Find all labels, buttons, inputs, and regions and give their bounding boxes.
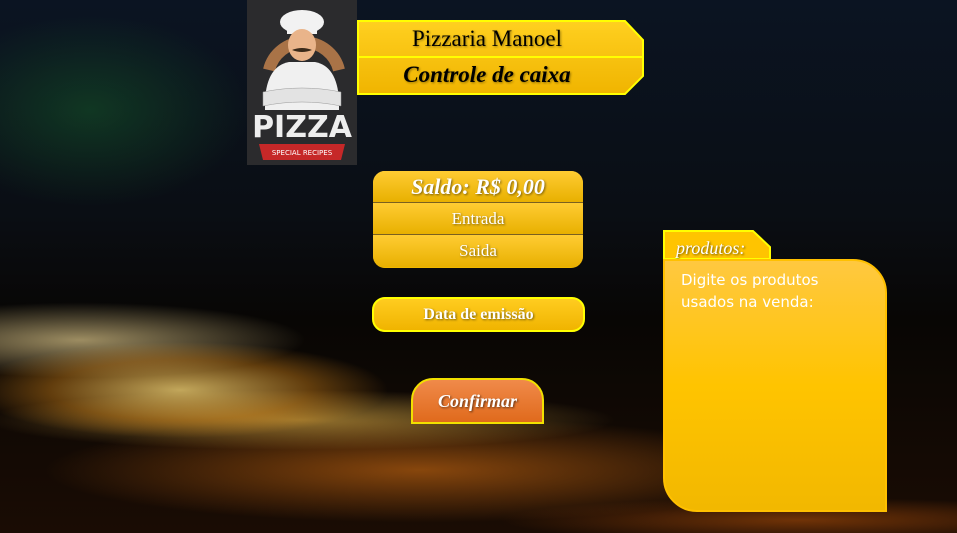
- logo-subtitle: SPECIAL RECIPES: [272, 149, 333, 157]
- data-emissao-button[interactable]: Data de emissão: [372, 297, 585, 332]
- entrada-button[interactable]: Entrada: [373, 203, 583, 235]
- app-subtitle: Controle de caixa: [403, 62, 571, 87]
- produtos-tab-label: produtos:: [676, 238, 746, 258]
- produtos-textarea[interactable]: Digite os produtos usados na venda:: [663, 259, 887, 512]
- produtos-tab: produtos:: [663, 230, 771, 260]
- produtos-placeholder: Digite os produtos usados na venda:: [681, 271, 819, 311]
- app-title: Pizzaria Manoel: [411, 26, 563, 51]
- saldo-panel: Saldo: R$ 0,00 Entrada Saida: [373, 171, 583, 268]
- pizza-logo: PIZZA SPECIAL RECIPES: [247, 0, 357, 165]
- saida-button[interactable]: Saida: [373, 235, 583, 267]
- saldo-label: Saldo: R$ 0,00: [373, 171, 583, 203]
- header-banner: Pizzaria Manoel Controle de caixa: [357, 20, 644, 95]
- confirm-button[interactable]: Confirmar: [411, 378, 544, 424]
- logo-title: PIZZA: [252, 110, 353, 145]
